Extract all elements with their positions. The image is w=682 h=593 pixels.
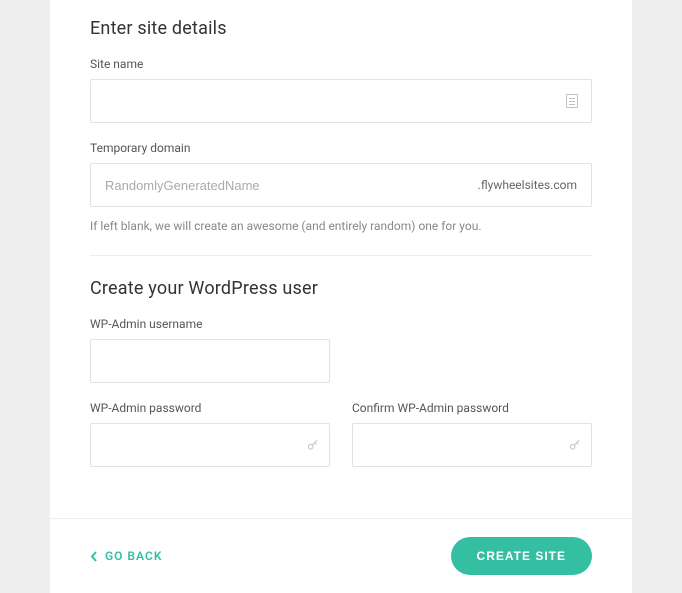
key-icon[interactable] (568, 438, 582, 452)
wp-user-title: Create your WordPress user (90, 278, 592, 299)
site-name-input[interactable] (90, 79, 592, 123)
temp-domain-suffix: .flywheelsites.com (478, 178, 577, 192)
password-row: WP-Admin password Confirm WP-Admin passw… (90, 401, 592, 485)
autofill-contact-icon[interactable] (566, 94, 578, 108)
wp-confirm-label: Confirm WP-Admin password (352, 401, 592, 415)
temp-domain-row: .flywheelsites.com (90, 163, 592, 207)
wp-password-label: WP-Admin password (90, 401, 330, 415)
create-site-button[interactable]: CREATE SITE (451, 537, 592, 575)
form-footer: GO BACK CREATE SITE (50, 518, 632, 593)
go-back-label: GO BACK (105, 549, 162, 563)
chevron-left-icon (90, 551, 97, 562)
temp-domain-hint: If left blank, we will create an awesome… (90, 219, 592, 233)
wp-confirm-field: Confirm WP-Admin password (352, 401, 592, 467)
wp-password-input[interactable] (90, 423, 330, 467)
wp-username-input[interactable] (90, 339, 330, 383)
section-divider (90, 255, 592, 256)
site-name-label: Site name (90, 57, 592, 71)
site-name-field: Site name (90, 57, 592, 123)
temp-domain-input[interactable] (91, 164, 478, 206)
site-name-input-wrap (90, 79, 592, 123)
temp-domain-label: Temporary domain (90, 141, 592, 155)
form-content: Enter site details Site name Temporary d… (50, 0, 632, 485)
key-icon[interactable] (306, 438, 320, 452)
wp-username-label: WP-Admin username (90, 317, 330, 331)
wp-password-input-wrap (90, 423, 330, 467)
wp-username-field: WP-Admin username (90, 317, 330, 383)
wp-confirm-input[interactable] (352, 423, 592, 467)
wp-confirm-input-wrap (352, 423, 592, 467)
go-back-button[interactable]: GO BACK (90, 549, 162, 563)
site-details-title: Enter site details (90, 18, 592, 39)
wp-password-field: WP-Admin password (90, 401, 330, 467)
form-card: Enter site details Site name Temporary d… (50, 0, 632, 585)
temp-domain-field: Temporary domain .flywheelsites.com If l… (90, 141, 592, 233)
